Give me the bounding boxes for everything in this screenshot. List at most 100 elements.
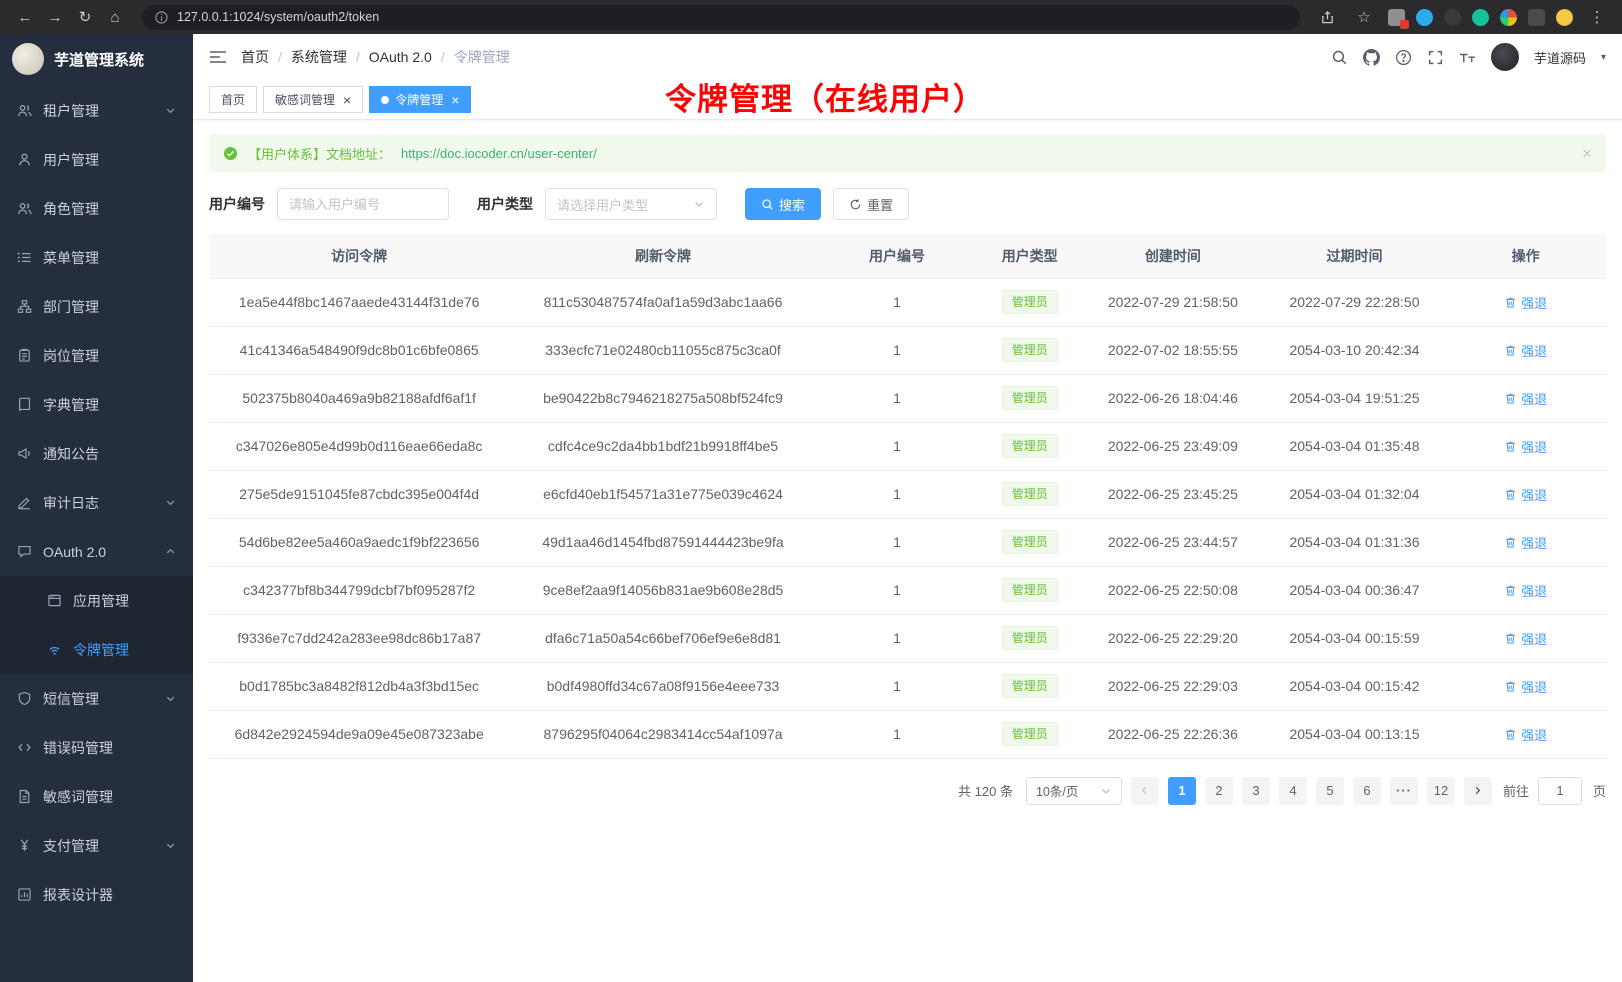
sidebar-toggle-icon[interactable] [209,49,227,65]
tab-close-icon[interactable]: × [451,93,459,107]
page-button[interactable]: 4 [1279,777,1307,805]
sidebar-item-post[interactable]: 岗位管理 [0,331,193,380]
column-header: 访问令牌 [209,234,509,278]
page-button[interactable]: 12 [1427,777,1455,805]
page-size-select[interactable]: 10条/页 [1026,777,1122,805]
sidebar-item-dict[interactable]: 字典管理 [0,380,193,429]
delete-icon [1504,680,1517,693]
column-header: 过期时间 [1264,234,1446,278]
share-icon[interactable] [1314,4,1340,30]
page-button[interactable]: 1 [1168,777,1196,805]
extension-icon[interactable] [1472,9,1489,26]
sidebar-item-user[interactable]: 用户管理 [0,135,193,184]
sidebar-item-label: 通知公告 [43,444,99,464]
force-logout-button[interactable]: 强退 [1504,293,1547,312]
expire-time-cell: 2054-03-04 01:32:04 [1264,470,1446,518]
refresh-token-cell: 9ce8ef2aa9f14056b831ae9b608e28d5 [509,566,816,614]
breadcrumb-item[interactable]: 首页 [241,47,269,67]
force-logout-button[interactable]: 强退 [1504,581,1547,600]
sidebar-item-tenant[interactable]: 租户管理 [0,86,193,135]
page-button[interactable]: 3 [1242,777,1270,805]
bookmark-star-icon[interactable]: ☆ [1351,4,1377,30]
megaphone-icon [17,446,32,461]
user-id-cell: 1 [817,710,978,758]
search-button[interactable]: 搜索 [745,188,821,220]
column-header: 刷新令牌 [509,234,816,278]
sidebar-item-error-code[interactable]: 错误码管理 [0,723,193,772]
user-id-input[interactable] [277,188,449,220]
sidebar-item-audit-log[interactable]: 审计日志 [0,478,193,527]
sidebar-item-oauth2-app[interactable]: 应用管理 [0,576,193,625]
force-logout-button[interactable]: 强退 [1504,629,1547,648]
reset-button[interactable]: 重置 [833,188,909,220]
fullscreen-icon[interactable] [1427,49,1444,66]
breadcrumb-item[interactable]: 系统管理 [291,47,347,67]
extension-icon[interactable] [1500,9,1517,26]
tab-home[interactable]: 首页 [209,86,257,113]
user-name[interactable]: 芋道源码 [1534,48,1586,67]
user-avatar[interactable] [1491,43,1519,71]
extensions-icon[interactable] [1388,9,1405,26]
alert-close-icon[interactable]: × [1582,145,1592,162]
breadcrumb-item[interactable]: OAuth 2.0 [369,49,432,65]
tab-sensitive-word[interactable]: 敏感词管理× [263,86,363,113]
user-id-cell: 1 [817,614,978,662]
force-logout-button[interactable]: 强退 [1504,485,1547,504]
pagination-total: 共 120 条 [958,781,1013,800]
extension-icon[interactable] [1528,9,1545,26]
browser-reload-icon[interactable]: ↻ [72,4,98,30]
goto-page-input[interactable] [1538,777,1582,805]
browser-back-icon[interactable]: ← [12,4,38,30]
tab-label: 首页 [221,91,245,108]
tab-close-icon[interactable]: × [343,93,351,107]
sidebar-item-oauth2[interactable]: OAuth 2.0 [0,527,193,576]
access-token-cell: 41c41346a548490f9dc8b01c6bfe0865 [209,326,509,374]
refresh-token-cell: b0df4980ffd34c67a08f9156e4eee733 [509,662,816,710]
more-pages-button[interactable]: ··· [1390,777,1418,805]
force-logout-button[interactable]: 强退 [1504,533,1547,552]
sidebar-item-sms[interactable]: 短信管理 [0,674,193,723]
search-icon[interactable] [1331,49,1348,66]
refresh-token-cell: 49d1aa46d1454fbd87591444423be9fa [509,518,816,566]
user-menu-caret-icon[interactable]: ▾ [1601,52,1606,63]
sidebar-item-notice[interactable]: 通知公告 [0,429,193,478]
sidebar-item-oauth2-token[interactable]: 令牌管理 [0,625,193,674]
force-logout-button[interactable]: 强退 [1504,389,1547,408]
force-logout-button[interactable]: 强退 [1504,677,1547,696]
extension-icon[interactable] [1444,9,1461,26]
sidebar-item-pay[interactable]: 支付管理 [0,821,193,870]
force-logout-button[interactable]: 强退 [1504,725,1547,744]
help-icon[interactable] [1395,49,1412,66]
user-type-placeholder: 请选择用户类型 [557,195,648,214]
browser-profile-avatar[interactable] [1556,9,1573,26]
page-button[interactable]: 2 [1205,777,1233,805]
table-row: 41c41346a548490f9dc8b01c6bfe0865333ecfc7… [209,326,1606,374]
force-logout-button[interactable]: 强退 [1504,341,1547,360]
browser-menu-icon[interactable]: ⋮ [1584,4,1610,30]
browser-toolbar: ← → ↻ ⌂ 127.0.0.1:1024/system/oauth2/tok… [0,0,1622,34]
sidebar-item-report-designer[interactable]: 报表设计器 [0,870,193,919]
tab-token[interactable]: 令牌管理× [369,86,471,113]
force-logout-button[interactable]: 强退 [1504,437,1547,456]
doc-link[interactable]: https://doc.iocoder.cn/user-center/ [401,146,597,161]
sidebar-item-role[interactable]: 角色管理 [0,184,193,233]
window-app-icon [47,593,62,608]
page-button[interactable]: 5 [1316,777,1344,805]
user-type-select[interactable]: 请选择用户类型 [545,188,717,220]
user-type-cell: 管理员 [977,278,1082,326]
action-cell: 强退 [1445,614,1606,662]
user-type-badge: 管理员 [1002,530,1058,554]
browser-forward-icon[interactable]: → [42,4,68,30]
browser-home-icon[interactable]: ⌂ [102,4,128,30]
site-info-icon[interactable] [155,11,168,24]
next-page-button[interactable] [1464,777,1492,805]
browser-address-bar[interactable]: 127.0.0.1:1024/system/oauth2/token [142,5,1300,30]
github-icon[interactable] [1363,49,1380,66]
prev-page-button[interactable] [1131,777,1159,805]
extension-icon[interactable] [1416,9,1433,26]
font-size-icon[interactable] [1459,49,1476,66]
sidebar-item-dept[interactable]: 部门管理 [0,282,193,331]
page-button[interactable]: 6 [1353,777,1381,805]
sidebar-item-menu[interactable]: 菜单管理 [0,233,193,282]
sidebar-item-sensitive-word[interactable]: 敏感词管理 [0,772,193,821]
